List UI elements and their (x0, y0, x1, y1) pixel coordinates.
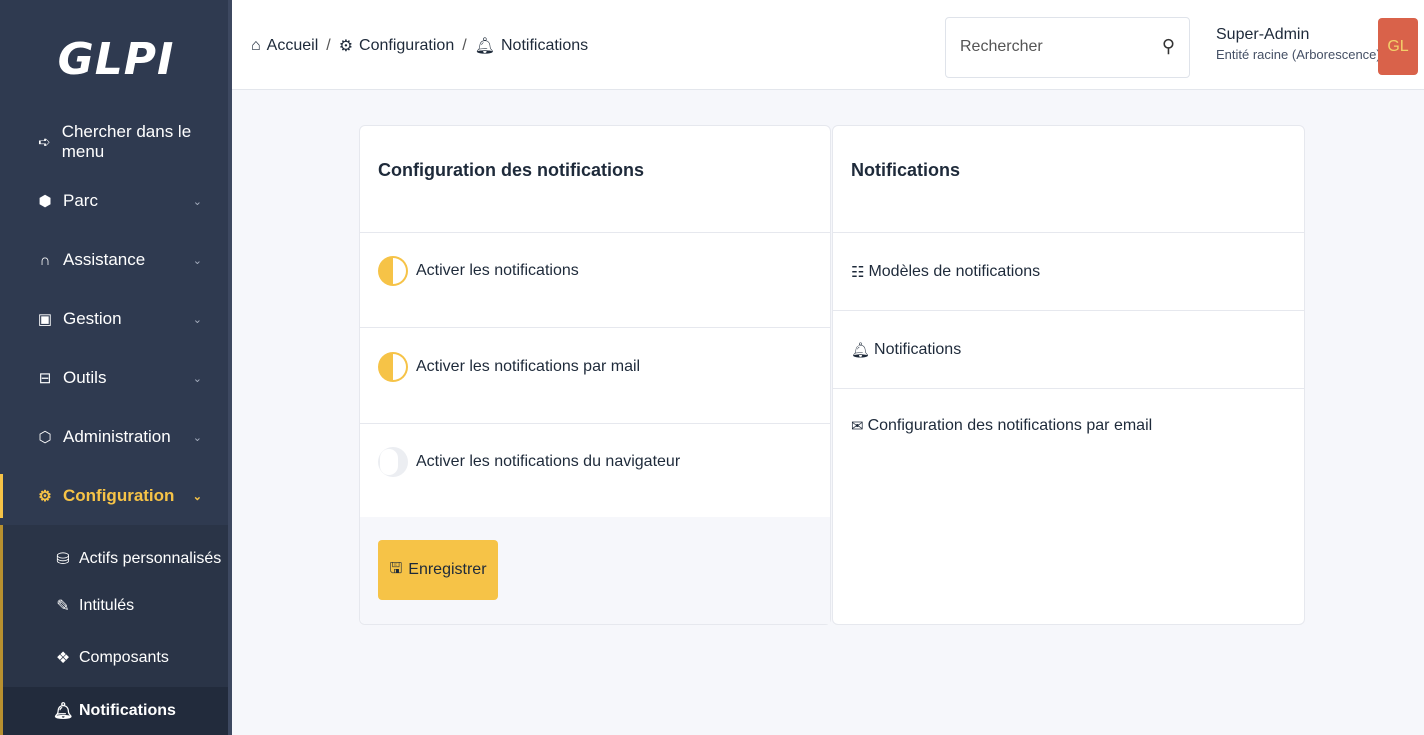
shield-icon: ⬡ (38, 429, 52, 446)
sidebar-item-label: Outils (63, 368, 107, 387)
link-email-config[interactable]: ✉ Configuration des notifications par em… (851, 417, 1152, 435)
sidebar-item-administration[interactable]: ⬡ Administration ⌄ (0, 415, 228, 459)
toggle-row-mail: Activer les notifications par mail (378, 352, 640, 382)
submenu-item-label: Composants (79, 649, 169, 666)
breadcrumb-accueil[interactable]: Accueil (267, 37, 319, 55)
submenu-item-label: Actifs personnalisés (79, 550, 222, 567)
sidebar-item-parc[interactable]: ⬢ Parc ⌄ (0, 179, 228, 223)
global-search[interactable]: ⚲ (945, 17, 1190, 78)
sidebar-scrollbar[interactable] (228, 0, 232, 735)
breadcrumb: ⌂ Accueil / ⚙ Configuration / 🔔︎ Notific… (251, 36, 588, 56)
search-icon[interactable]: ⚲ (1162, 36, 1175, 57)
pencil-icon: ✎ (56, 598, 70, 615)
headset-icon: ∩ (39, 251, 51, 269)
briefcase-icon: ⊟ (38, 370, 52, 387)
chevron-down-icon: ⌄ (192, 195, 202, 208)
sidebar: GLPI ➪ Chercher dans le menu ⬢ Parc ⌄ ∩ … (0, 0, 232, 735)
gear-icon: ⚙ (338, 38, 354, 55)
submenu-item-actifs-personnalises[interactable]: ⛁ Actifs personnalisés (3, 538, 228, 580)
submenu-item-label: Intitulés (79, 597, 135, 614)
submenu-item-composants[interactable]: ❖ Composants (3, 637, 228, 679)
sidebar-search-label: Chercher dans le menu (61, 122, 192, 161)
user-info[interactable]: Super-Admin Entité racine (Arborescence) (1216, 26, 1381, 62)
glpi-logo[interactable]: GLPI (0, 0, 232, 118)
sidebar-item-label: Configuration (63, 486, 175, 505)
breadcrumb-separator: / (462, 37, 467, 54)
notifications-links-card: Notifications ☷ Modèles de notifications… (832, 125, 1305, 625)
bell-icon: 🔔︎ (53, 703, 74, 720)
home-icon: ⌂ (251, 37, 261, 54)
template-icon: ☷ (851, 264, 865, 281)
chevron-down-icon: ⌄ (192, 372, 202, 385)
save-icon: 🖫 (389, 559, 403, 577)
breadcrumb-separator: / (326, 37, 331, 54)
link-notification-templates[interactable]: ☷ Modèles de notifications (851, 263, 1040, 281)
card-title: Configuration des notifications (378, 160, 644, 180)
user-name: Super-Admin (1216, 26, 1310, 43)
box-icon: ⬢ (38, 193, 52, 210)
sidebar-item-assistance[interactable]: ∩ Assistance ⌄ (0, 238, 228, 282)
sidebar-item-configuration[interactable]: ⚙ Configuration ⌄ (0, 474, 228, 518)
sidebar-item-outils[interactable]: ⊟ Outils ⌄ (0, 356, 228, 400)
mail-icon: ✉ (851, 418, 864, 435)
submenu-item-label: Notifications (79, 702, 176, 719)
link-notifications[interactable]: 🔔︎ Notifications (851, 341, 961, 359)
sidebar-item-label: Administration (63, 427, 171, 446)
submenu-item-notifications[interactable]: 🔔︎ Notifications (3, 687, 228, 735)
card-footer: 🖫 Enregistrer (360, 517, 830, 624)
breadcrumb-notifications[interactable]: Notifications (501, 37, 588, 55)
bell-icon: 🔔︎ (474, 38, 495, 55)
sidebar-item-gestion[interactable]: ▣ Gestion ⌄ (0, 297, 228, 341)
card-title: Notifications (851, 160, 961, 180)
notifications-config-card: Configuration des notifications Activer … (359, 125, 831, 625)
gear-icon: ⚙ (38, 488, 52, 505)
avatar[interactable]: GL (1378, 18, 1418, 75)
components-icon: ❖ (55, 650, 71, 667)
wallet-icon: ▣ (37, 311, 53, 328)
link-label: Configuration des notifications par emai… (867, 417, 1153, 434)
bell-icon: 🔔︎ (851, 342, 871, 359)
top-header: ⌂ Accueil / ⚙ Configuration / 🔔︎ Notific… (232, 0, 1424, 90)
configuration-submenu: ⛁ Actifs personnalisés ✎ Intitulés ❖ Com… (0, 525, 228, 735)
toggle-row-browser: Activer les notifications du navigateur (378, 447, 680, 477)
chevron-down-icon: ⌄ (192, 254, 202, 267)
database-icon: ⛁ (56, 551, 70, 568)
chevron-down-icon: ⌄ (192, 313, 202, 326)
divider (360, 232, 830, 233)
submenu-item-intitules[interactable]: ✎ Intitulés (3, 585, 228, 627)
breadcrumb-configuration[interactable]: Configuration (359, 37, 454, 55)
toggle-label: Activer les notifications (416, 262, 579, 279)
sidebar-item-label: Gestion (63, 309, 122, 328)
arrow-right-icon: ➪ (38, 134, 51, 151)
save-label: Enregistrer (408, 561, 487, 578)
divider (360, 423, 830, 424)
toggle-switch-notifications[interactable] (378, 256, 408, 286)
save-button[interactable]: 🖫 Enregistrer (378, 540, 498, 600)
divider (360, 327, 830, 328)
toggle-switch-mail[interactable] (378, 352, 408, 382)
sidebar-item-label: Assistance (63, 250, 146, 269)
toggle-label: Activer les notifications par mail (416, 358, 641, 375)
user-entity: Entité racine (Arborescence) (1216, 47, 1381, 62)
link-label: Modèles de notifications (868, 263, 1041, 280)
toggle-row-notifications: Activer les notifications (378, 256, 579, 286)
chevron-down-icon: ⌄ (192, 490, 202, 503)
chevron-down-icon: ⌄ (192, 431, 202, 444)
divider (833, 388, 1304, 389)
sidebar-item-label: Parc (63, 191, 98, 210)
sidebar-search-menu[interactable]: ➪ Chercher dans le menu (0, 120, 228, 164)
link-label: Notifications (874, 341, 962, 358)
toggle-switch-browser[interactable] (378, 447, 408, 477)
toggle-label: Activer les notifications du navigateur (416, 453, 681, 470)
search-input[interactable] (960, 38, 1140, 56)
divider (833, 232, 1304, 233)
divider (833, 310, 1304, 311)
